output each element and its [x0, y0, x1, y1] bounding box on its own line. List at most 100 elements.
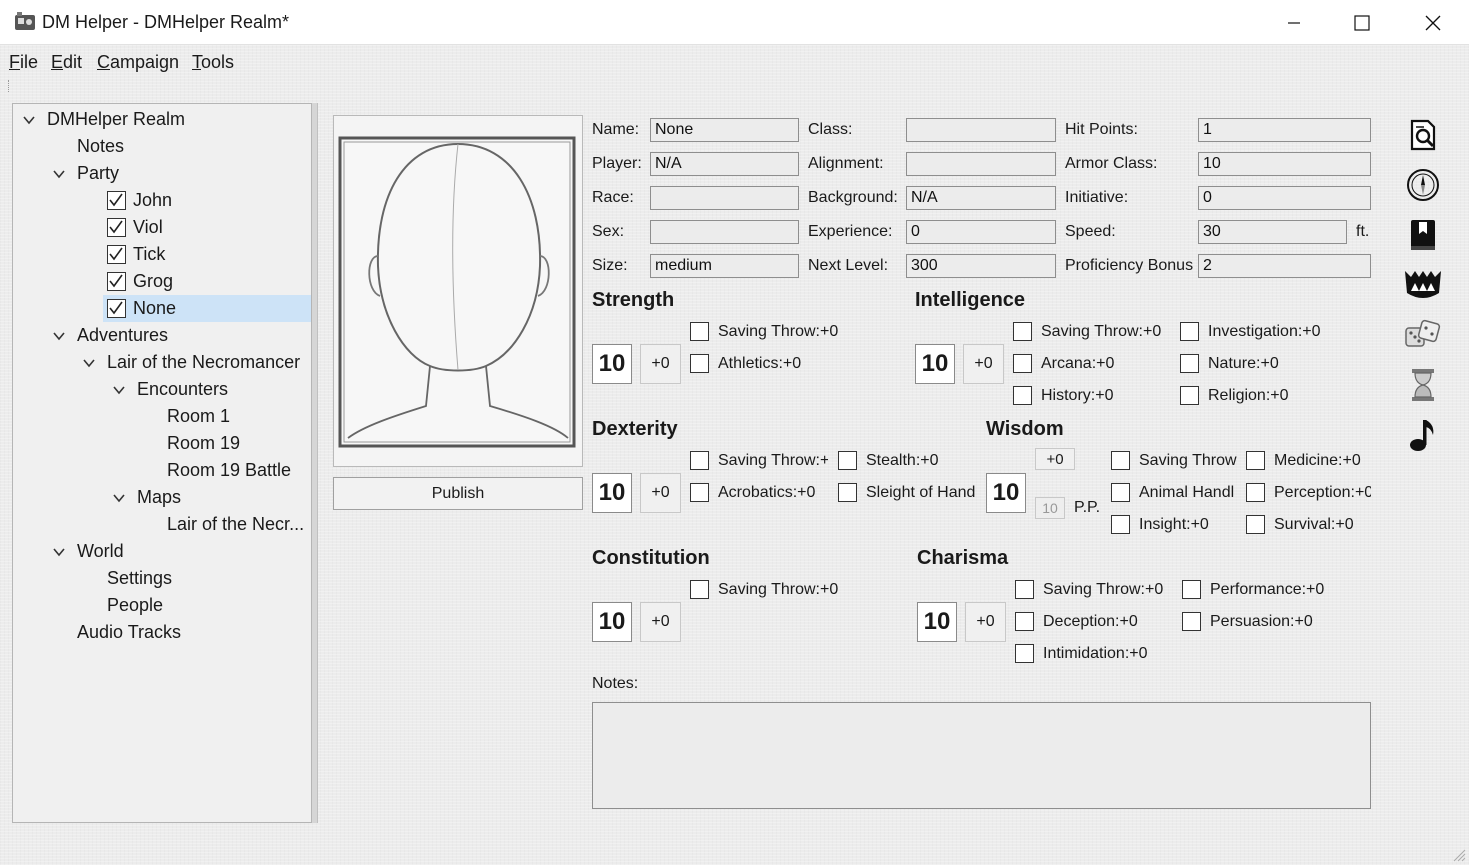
- animal-handling-checkbox[interactable]: [1111, 483, 1130, 502]
- tree-item-encounters[interactable]: Encounters: [137, 376, 228, 403]
- tree-item-party[interactable]: Party: [77, 160, 119, 187]
- intimidation-label: Intimidation:+0: [1043, 645, 1148, 662]
- chevron-down-icon[interactable]: [113, 492, 125, 504]
- splitter-handle[interactable]: [312, 103, 318, 823]
- party-member-checkbox[interactable]: [107, 272, 126, 291]
- tree-item-map[interactable]: Lair of the Necr...: [167, 511, 304, 538]
- tree-item-maps[interactable]: Maps: [137, 484, 181, 511]
- background-label: Background:: [808, 189, 898, 206]
- tree-item-encounter[interactable]: Room 19 Battle: [167, 457, 291, 484]
- tree-item-world[interactable]: World: [77, 538, 124, 565]
- menu-campaign[interactable]: Campaign: [97, 52, 179, 73]
- tree-item-settings[interactable]: Settings: [107, 565, 172, 592]
- history-checkbox[interactable]: [1013, 386, 1032, 405]
- party-member-checkbox[interactable]: [107, 218, 126, 237]
- intelligence-save-checkbox[interactable]: [1013, 322, 1032, 341]
- menu-file[interactable]: File: [9, 52, 38, 73]
- wisdom-save-checkbox[interactable]: [1111, 451, 1130, 470]
- deception-checkbox[interactable]: [1015, 612, 1034, 631]
- acrobatics-checkbox[interactable]: [690, 483, 709, 502]
- party-member-checkbox[interactable]: [107, 299, 126, 318]
- charisma-score[interactable]: 10: [917, 602, 957, 642]
- background-field[interactable]: N/A: [906, 186, 1056, 210]
- race-field[interactable]: [650, 186, 799, 210]
- intimidation-checkbox[interactable]: [1015, 644, 1034, 663]
- tree-item-adventures[interactable]: Adventures: [77, 322, 168, 349]
- hit-points-field[interactable]: 1: [1198, 118, 1371, 142]
- tree-item-member[interactable]: Grog: [133, 268, 173, 295]
- tree-item-adventure[interactable]: Lair of the Necromancer: [107, 349, 300, 376]
- religion-checkbox[interactable]: [1180, 386, 1199, 405]
- campaign-tree[interactable]: DMHelper Realm Notes Party John Viol Tic…: [12, 103, 312, 823]
- party-member-checkbox[interactable]: [107, 191, 126, 210]
- chevron-down-icon[interactable]: [83, 357, 95, 369]
- monster-jaw-icon[interactable]: [1402, 264, 1444, 306]
- investigation-checkbox[interactable]: [1180, 322, 1199, 341]
- stealth-checkbox[interactable]: [838, 451, 857, 470]
- persuasion-checkbox[interactable]: [1182, 612, 1201, 631]
- size-field[interactable]: medium: [650, 254, 799, 278]
- character-portrait[interactable]: [333, 115, 583, 467]
- resize-grip-icon[interactable]: [1452, 848, 1466, 862]
- tree-item-people[interactable]: People: [107, 592, 163, 619]
- player-field[interactable]: N/A: [650, 152, 799, 176]
- insight-checkbox[interactable]: [1111, 515, 1130, 534]
- medicine-checkbox[interactable]: [1246, 451, 1265, 470]
- name-field[interactable]: None: [650, 118, 799, 142]
- publish-button[interactable]: Publish: [333, 477, 583, 510]
- tree-item-root[interactable]: DMHelper Realm: [47, 106, 185, 133]
- constitution-save-checkbox[interactable]: [690, 580, 709, 599]
- tree-item-encounter[interactable]: Room 19: [167, 430, 240, 457]
- chevron-down-icon[interactable]: [53, 330, 65, 342]
- strength-save-checkbox[interactable]: [690, 322, 709, 341]
- strength-score[interactable]: 10: [592, 344, 632, 384]
- constitution-score[interactable]: 10: [592, 602, 632, 642]
- next-level-field[interactable]: 300: [906, 254, 1056, 278]
- class-field[interactable]: [906, 118, 1056, 142]
- search-document-icon[interactable]: [1402, 114, 1444, 156]
- menu-edit[interactable]: Edit: [51, 52, 82, 73]
- tree-item-notes[interactable]: Notes: [77, 133, 124, 160]
- armor-class-field[interactable]: 10: [1198, 152, 1371, 176]
- menu-tools[interactable]: Tools: [192, 52, 234, 73]
- speed-field[interactable]: 30: [1198, 220, 1347, 244]
- dice-icon[interactable]: [1402, 314, 1444, 356]
- chevron-down-icon[interactable]: [113, 384, 125, 396]
- arcana-checkbox[interactable]: [1013, 354, 1032, 373]
- notes-textarea[interactable]: [592, 702, 1371, 809]
- tree-item-audio-tracks[interactable]: Audio Tracks: [77, 619, 181, 646]
- chevron-down-icon[interactable]: [53, 546, 65, 558]
- close-button[interactable]: [1410, 0, 1456, 45]
- experience-field[interactable]: 0: [906, 220, 1056, 244]
- sex-field[interactable]: [650, 220, 799, 244]
- dexterity-save-checkbox[interactable]: [690, 451, 709, 470]
- tree-item-member[interactable]: Tick: [133, 241, 165, 268]
- initiative-field[interactable]: 0: [1198, 186, 1371, 210]
- tree-item-encounter[interactable]: Room 1: [167, 403, 230, 430]
- performance-checkbox[interactable]: [1182, 580, 1201, 599]
- maximize-button[interactable]: [1339, 0, 1385, 45]
- compass-icon[interactable]: [1402, 164, 1444, 206]
- party-member-checkbox[interactable]: [107, 245, 126, 264]
- wisdom-score[interactable]: 10: [986, 473, 1026, 513]
- music-note-icon[interactable]: [1402, 414, 1444, 456]
- tree-item-member[interactable]: John: [133, 187, 172, 214]
- charisma-save-checkbox[interactable]: [1015, 580, 1034, 599]
- survival-checkbox[interactable]: [1246, 515, 1265, 534]
- minimize-button[interactable]: [1271, 0, 1317, 45]
- nature-checkbox[interactable]: [1180, 354, 1199, 373]
- sleight-of-hand-checkbox[interactable]: [838, 483, 857, 502]
- perception-checkbox[interactable]: [1246, 483, 1265, 502]
- armor-class-label: Armor Class:: [1065, 155, 1158, 172]
- chevron-down-icon[interactable]: [23, 114, 35, 126]
- chevron-down-icon[interactable]: [53, 168, 65, 180]
- intelligence-score[interactable]: 10: [915, 344, 955, 384]
- tree-item-member[interactable]: Viol: [133, 214, 163, 241]
- proficiency-bonus-field[interactable]: 2: [1198, 254, 1371, 278]
- hourglass-icon[interactable]: [1402, 364, 1444, 406]
- tree-item-member[interactable]: None: [133, 295, 176, 322]
- bookmark-book-icon[interactable]: [1402, 214, 1444, 256]
- dexterity-score[interactable]: 10: [592, 473, 632, 513]
- alignment-field[interactable]: [906, 152, 1056, 176]
- athletics-checkbox[interactable]: [690, 354, 709, 373]
